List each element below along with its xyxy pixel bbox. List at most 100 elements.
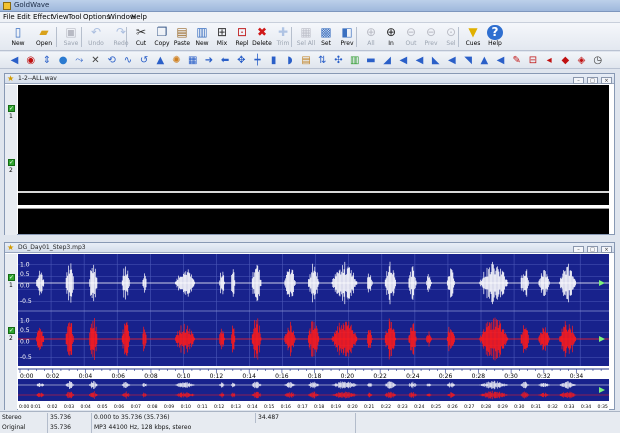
save-button[interactable]: ▣ Save	[59, 24, 83, 50]
effect-meter-icon[interactable]: ▤	[300, 54, 313, 67]
effect-back-icon[interactable]: ⬅	[219, 54, 232, 67]
effect-eq-icon[interactable]: ┿	[251, 54, 264, 67]
overview-time-ruler: 0:00 0:01 0:02 0:03 0:04 0:05 0:06 0:07 0:08 0:09…	[18, 401, 609, 410]
open-button[interactable]: ▰ Open	[32, 24, 56, 50]
cues-button-label: Cues	[465, 40, 481, 47]
left-channel-enable-checkbox[interactable]: ✓	[8, 274, 15, 281]
effect-fade-in-icon[interactable]: ◀	[8, 54, 21, 67]
overview-time-label: 0:27	[464, 404, 474, 410]
cues-button[interactable]: ▼ Cues	[461, 24, 485, 50]
overview-bar-1[interactable]	[18, 208, 609, 234]
set-selection-icon: ▩	[320, 25, 332, 39]
waveform-display-1[interactable]	[18, 85, 609, 205]
new-button[interactable]: ▯ New	[6, 24, 30, 50]
menu-file[interactable]: File	[3, 13, 15, 21]
effect-volume-icon[interactable]: ◀	[494, 54, 507, 67]
effect-match-icon[interactable]: ◥	[462, 54, 475, 67]
effect-speaker-icon[interactable]: ◀	[397, 54, 410, 67]
delete-x-icon: ✖	[256, 25, 268, 39]
zoom-in-icon: ⊕	[385, 25, 397, 39]
left-channel-enable-checkbox[interactable]: ✓	[8, 105, 15, 112]
overview-time-label: 0:24	[414, 404, 424, 410]
effect-doppler-icon[interactable]: ✺	[170, 54, 183, 67]
effect-forward-icon[interactable]: ➜	[202, 54, 215, 67]
minimize-button[interactable]: –	[573, 77, 584, 84]
overview-time-label: 0:04	[81, 404, 91, 410]
effect-reverse-icon[interactable]: ↺	[138, 54, 151, 67]
sound-window-2-titlebar[interactable]: ★ DG_Day01_Step3.mp3 – □ ×	[5, 243, 614, 253]
menu-tool[interactable]: Tool	[68, 13, 82, 21]
effect-balance-icon[interactable]: ✥	[235, 54, 248, 67]
overview-background	[18, 379, 609, 401]
sound-window-1-title: 1-2--ALL.wav	[18, 75, 57, 82]
effect-bars-icon[interactable]: ▮	[267, 54, 280, 67]
effect-filter-icon[interactable]: ▲	[154, 54, 167, 67]
effect-speaker-low-icon[interactable]: ◀	[413, 54, 426, 67]
overview-time-label: 0:17	[297, 404, 307, 410]
menu-edit[interactable]: Edit	[17, 13, 31, 21]
effect-echo-icon[interactable]: ⟲	[105, 54, 118, 67]
effect-fade-out-icon[interactable]: ⤳	[73, 54, 86, 67]
effect-mute-icon[interactable]: ◈	[575, 54, 588, 67]
y-axis-label: 1.0	[20, 318, 30, 325]
status-mode: Original	[0, 423, 48, 433]
trim-button[interactable]: ✚ Trim	[271, 24, 295, 50]
close-button[interactable]: ×	[601, 77, 612, 84]
effect-marker-icon[interactable]: ▲	[478, 54, 491, 67]
minimize-button[interactable]: –	[573, 246, 584, 253]
effect-crossfade-icon[interactable]: ✕	[89, 54, 102, 67]
right-channel-enable-checkbox[interactable]: ✓	[8, 159, 15, 166]
prev-button[interactable]: ◧ Prev	[335, 24, 359, 50]
overview-time-label: 0:19	[331, 404, 341, 410]
goldwave-app-icon	[3, 2, 11, 10]
overview-time-label: 0:32	[547, 404, 557, 410]
folder-open-icon: ▰	[39, 25, 49, 39]
right-channel-enable-checkbox[interactable]: ✓	[8, 327, 15, 334]
waveform-display-2[interactable]: 1.0 0.5 0.0 -0.5 1.0 0.5 0.0 -0.5	[18, 254, 609, 366]
effect-clock-icon[interactable]: ◷	[591, 54, 604, 67]
effect-resize-icon[interactable]: ⇕	[40, 54, 53, 67]
sound-window-1-titlebar[interactable]: ★ 1-2--ALL.wav – □ ×	[5, 74, 614, 84]
undo-button[interactable]: ↶ Undo	[84, 24, 108, 50]
maximize-button[interactable]: □	[587, 246, 598, 253]
menu-options[interactable]: Options	[83, 13, 110, 21]
help-icon: ?	[487, 25, 503, 40]
effect-flanger-icon[interactable]: ∿	[121, 54, 134, 67]
close-button[interactable]: ×	[601, 246, 612, 253]
channel-gutter: ✓ 1 ✓ 2	[5, 85, 17, 235]
zoom-selection-button[interactable]: ⊙ Sel	[439, 24, 463, 50]
overview-waveform[interactable]	[18, 379, 609, 401]
effect-dome-icon[interactable]: ◗	[283, 54, 296, 67]
effect-pitch-icon[interactable]: ⇅	[316, 54, 329, 67]
menu-effect[interactable]: Effect	[33, 13, 53, 21]
effect-resample-icon[interactable]: ✣	[332, 54, 345, 67]
effect-mixer-icon[interactable]: ⊟	[526, 54, 539, 67]
effect-noise-icon[interactable]: ◉	[24, 54, 37, 67]
help-button[interactable]: ? Help	[483, 24, 507, 50]
right-channel-number: 2	[9, 167, 13, 174]
overview-time-label: 0:13	[231, 404, 241, 410]
effect-offset-icon[interactable]: ▬	[364, 54, 377, 67]
menu-view[interactable]: View	[52, 13, 69, 21]
overview-time-label: 0:11	[197, 404, 207, 410]
left-channel-number: 1	[9, 113, 13, 120]
effect-chart-icon[interactable]: ▥	[348, 54, 361, 67]
time-ruler[interactable]: 0:00 0:02 0:04 0:06 0:08 0:10 0:12 0:14 0:16 0:18…	[18, 366, 609, 379]
effect-globe-icon[interactable]: ●	[57, 54, 70, 67]
status-empty-1	[356, 413, 620, 423]
overview-time-label: 0:16	[281, 404, 291, 410]
toolbar-separator	[56, 27, 57, 47]
effect-stereo-icon[interactable]: ◆	[559, 54, 572, 67]
mix-icon: ⊞	[216, 25, 228, 39]
maximize-button[interactable]: □	[587, 77, 598, 84]
menu-help[interactable]: Help	[131, 13, 147, 21]
sound-window-2-title: DG_Day01_Step3.mp3	[18, 244, 86, 251]
effect-pen-icon[interactable]: ✎	[510, 54, 523, 67]
y-axis-label: 0.0	[20, 283, 30, 290]
effect-ramp-icon[interactable]: ◣	[429, 54, 442, 67]
effect-mono-icon[interactable]: ◂	[543, 54, 556, 67]
effect-speaker-mute-icon[interactable]: ◀	[445, 54, 458, 67]
effect-volume-shape-icon[interactable]: ◢	[381, 54, 394, 67]
effect-graph-icon[interactable]: ▦	[186, 54, 199, 67]
status-selection: 0.000 to 35.736 (35.736)	[92, 413, 256, 423]
